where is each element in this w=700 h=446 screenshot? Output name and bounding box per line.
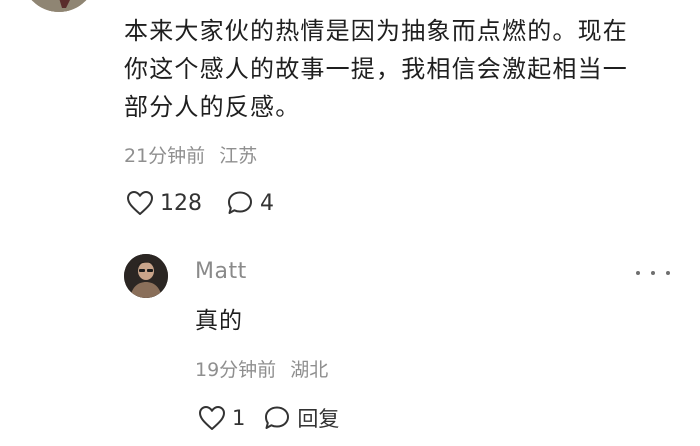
comment-meta: 21分钟前 江苏: [124, 144, 257, 168]
comment-text: 本来大家伙的热情是因为抽象而点燃的。现在 你这个感人的故事一提，我相信会激起相当…: [124, 12, 684, 126]
reply-button[interactable]: 4: [226, 190, 274, 216]
more-options-button[interactable]: [636, 263, 670, 283]
comment-time: 21分钟前: [124, 145, 206, 167]
comment-actions: 128 4: [126, 186, 274, 220]
reply-count: 4: [260, 190, 274, 216]
reply-like-button[interactable]: 1: [198, 405, 245, 431]
reply-actions: 1 回复: [198, 401, 339, 435]
reply-author-avatar[interactable]: [124, 254, 168, 298]
heart-outline-icon: [198, 405, 226, 431]
speech-bubble-icon: [263, 405, 291, 431]
reply-label: 回复: [297, 407, 340, 431]
reply-to-reply-button[interactable]: 回复: [263, 403, 339, 433]
reply-like-count: 1: [232, 406, 246, 430]
like-button[interactable]: 128: [126, 190, 202, 216]
comment-text-line: 部分人的反感。: [124, 93, 301, 121]
commenter-avatar[interactable]: [22, 0, 96, 12]
reply-location: 湖北: [290, 359, 329, 381]
heart-outline-icon: [126, 190, 154, 216]
reply-author-name[interactable]: Matt: [195, 258, 247, 286]
speech-bubble-icon: [226, 190, 254, 216]
reply-time: 19分钟前: [195, 359, 277, 381]
reply-meta: 19分钟前 湖北: [195, 358, 328, 382]
more-dots-icon: [651, 271, 655, 275]
comment-text-line: 本来大家伙的热情是因为抽象而点燃的。现在: [124, 17, 628, 45]
avatar-image: [22, 0, 96, 12]
avatar-image: [124, 254, 168, 298]
more-dots-icon: [666, 271, 670, 275]
comment-text-line: 你这个感人的故事一提，我相信会激起相当一: [124, 55, 628, 83]
reply-text: 真的: [195, 308, 243, 334]
like-count: 128: [160, 190, 202, 216]
more-dots-icon: [636, 271, 640, 275]
comment-location: 江苏: [219, 145, 258, 167]
